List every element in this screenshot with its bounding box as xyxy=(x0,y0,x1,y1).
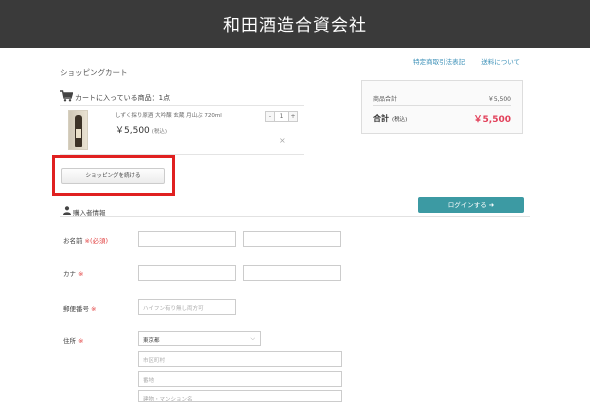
address-required-mark: ※ xyxy=(78,337,84,345)
product-image[interactable] xyxy=(68,110,88,150)
summary-divider xyxy=(373,105,511,106)
postal-code-field[interactable]: ハイフン有り無し両方可 xyxy=(138,299,236,315)
user-icon xyxy=(63,206,71,215)
building-field[interactable]: 建物・マンション名 xyxy=(138,390,342,402)
total-value: ￥5,500 xyxy=(473,115,511,125)
total-tax-note: (税込) xyxy=(392,117,408,123)
name-label-text: お名前 xyxy=(63,237,83,245)
postal-required-mark: ※ xyxy=(91,305,97,313)
total-label: 合計 xyxy=(373,114,389,123)
kana-label-text: カナ xyxy=(63,270,76,278)
quantity-stepper: - 1 + xyxy=(265,111,298,122)
cart-item: しずく採り原酒 大吟醸 玄蔵 月山ぶ 720ml ￥5,500 (税込) - 1 … xyxy=(60,105,304,155)
first-name-field[interactable] xyxy=(243,231,341,247)
prefecture-select[interactable]: 東京都 ⌵ xyxy=(138,331,261,346)
tax-note: (税込) xyxy=(151,129,168,135)
site-header: 和田酒造合資会社 xyxy=(0,0,590,48)
top-links: 特定商取引法表記 送料について xyxy=(399,56,520,66)
prefecture-value: 東京都 xyxy=(143,338,160,344)
quantity-input[interactable]: 1 xyxy=(275,111,288,122)
postal-label-text: 郵便番号 xyxy=(63,305,89,313)
subtotal-row: 商品合計 ￥5,500 xyxy=(373,94,511,103)
chevron-down-icon: ⌵ xyxy=(250,335,255,342)
name-label: お名前 ※(必須) xyxy=(63,235,108,245)
last-name-field[interactable] xyxy=(138,231,236,247)
page-title: ショッピングカート xyxy=(60,68,128,77)
kana-required-mark: ※ xyxy=(78,270,84,278)
buyer-info-title: 購入者情報 xyxy=(73,209,106,217)
legal-notice-link[interactable]: 特定商取引法表記 xyxy=(413,58,465,66)
subtotal-label: 商品合計 xyxy=(373,96,398,103)
total-row: 合計 (税込) ￥5,500 xyxy=(373,113,511,125)
subtotal-value: ￥5,500 xyxy=(487,96,511,103)
quantity-plus-button[interactable]: + xyxy=(288,111,298,122)
cart-header: カートに入っている商品：1点 xyxy=(60,90,304,104)
product-price-value: ￥5,500 xyxy=(115,126,150,136)
city-field[interactable]: 市区町村 xyxy=(138,351,342,367)
order-summary: 商品合計 ￥5,500 合計 (税込) ￥5,500 xyxy=(361,80,523,134)
cart-icon xyxy=(60,90,73,102)
address-label: 住所 ※ xyxy=(63,335,83,345)
site-title: 和田酒造合資会社 xyxy=(223,16,367,36)
product-name[interactable]: しずく採り原酒 大吟醸 玄蔵 月山ぶ 720ml xyxy=(115,111,222,119)
shipping-info-link[interactable]: 送料について xyxy=(481,58,520,66)
cart-count-label: カートに入っている商品：1点 xyxy=(75,94,171,102)
name-required-mark: ※(必須) xyxy=(84,237,109,245)
quantity-minus-button[interactable]: - xyxy=(265,111,275,122)
product-price: ￥5,500 (税込) xyxy=(115,123,167,136)
postal-label: 郵便番号 ※ xyxy=(63,303,96,313)
street-field[interactable]: 番地 xyxy=(138,371,342,387)
address-label-text: 住所 xyxy=(63,337,76,345)
remove-item-button[interactable]: × xyxy=(279,136,286,145)
first-name-kana-field[interactable] xyxy=(243,265,341,281)
buyer-info-header: 購入者情報 xyxy=(60,205,530,217)
continue-shopping-button[interactable]: ショッピングを続ける xyxy=(61,168,165,184)
kana-label: カナ ※ xyxy=(63,268,83,278)
last-name-kana-field[interactable] xyxy=(138,265,236,281)
